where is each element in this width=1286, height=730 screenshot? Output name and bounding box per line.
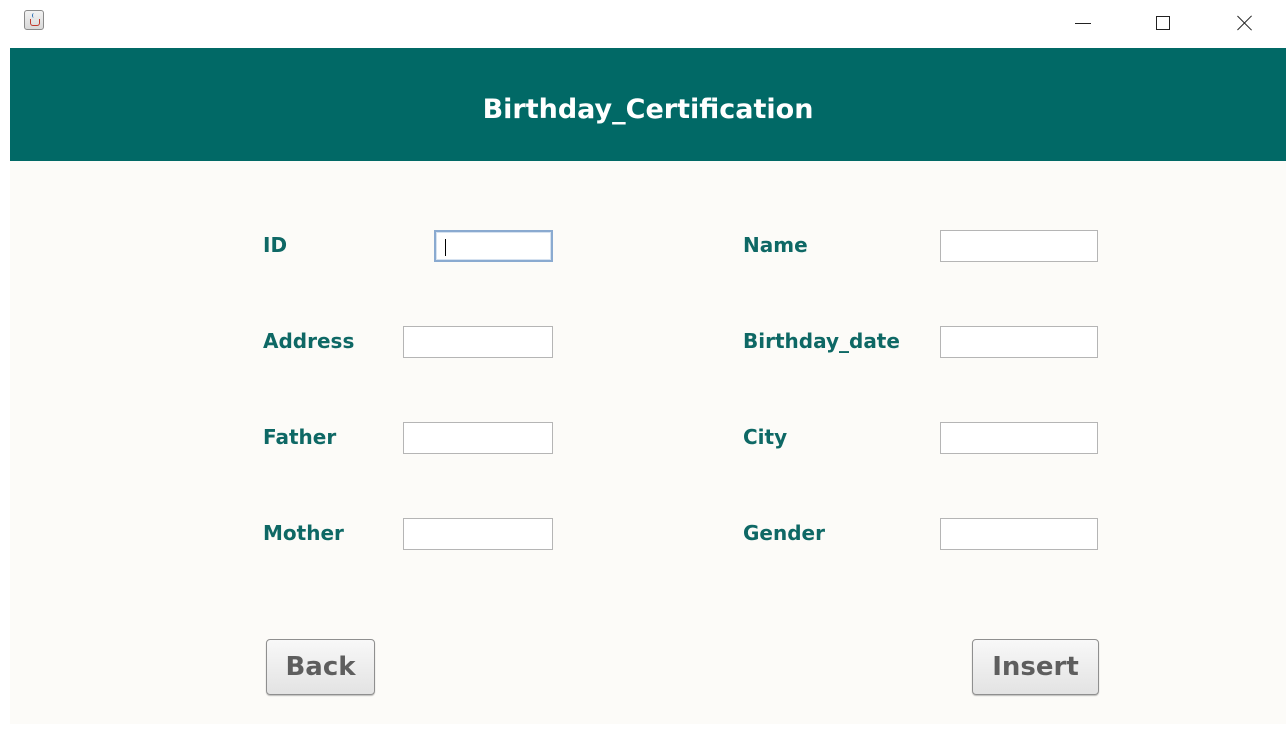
app-window: Birthday_Certification ID Address Father…: [0, 0, 1286, 730]
insert-button[interactable]: Insert: [972, 639, 1099, 695]
gender-field[interactable]: [940, 518, 1098, 550]
close-icon: [1236, 14, 1254, 32]
father-field[interactable]: [403, 422, 553, 454]
name-label: Name: [743, 233, 808, 257]
text-caret: [445, 239, 446, 256]
maximize-button[interactable]: [1140, 0, 1186, 46]
title-bar[interactable]: [0, 0, 1286, 48]
mother-field[interactable]: [403, 518, 553, 550]
id-label: ID: [263, 233, 288, 257]
minimize-button[interactable]: [1060, 0, 1106, 46]
back-button[interactable]: Back: [266, 639, 375, 695]
close-button[interactable]: [1222, 0, 1268, 46]
address-field[interactable]: [403, 326, 553, 358]
city-label: City: [743, 425, 788, 449]
java-cup-icon: [24, 10, 44, 30]
page-title: Birthday_Certification: [482, 94, 814, 125]
gender-label: Gender: [743, 521, 825, 545]
address-label: Address: [263, 329, 355, 353]
minimize-icon: [1075, 22, 1091, 24]
maximize-icon: [1156, 16, 1170, 30]
city-field[interactable]: [940, 422, 1098, 454]
header-banner: Birthday_Certification: [10, 48, 1286, 161]
name-field[interactable]: [940, 230, 1098, 262]
birthday-date-field[interactable]: [940, 326, 1098, 358]
id-field[interactable]: [434, 230, 553, 262]
birthday-date-label: Birthday_date: [743, 329, 900, 353]
form-panel: Birthday_Certification ID Address Father…: [10, 48, 1286, 724]
father-label: Father: [263, 425, 337, 449]
mother-label: Mother: [263, 521, 344, 545]
